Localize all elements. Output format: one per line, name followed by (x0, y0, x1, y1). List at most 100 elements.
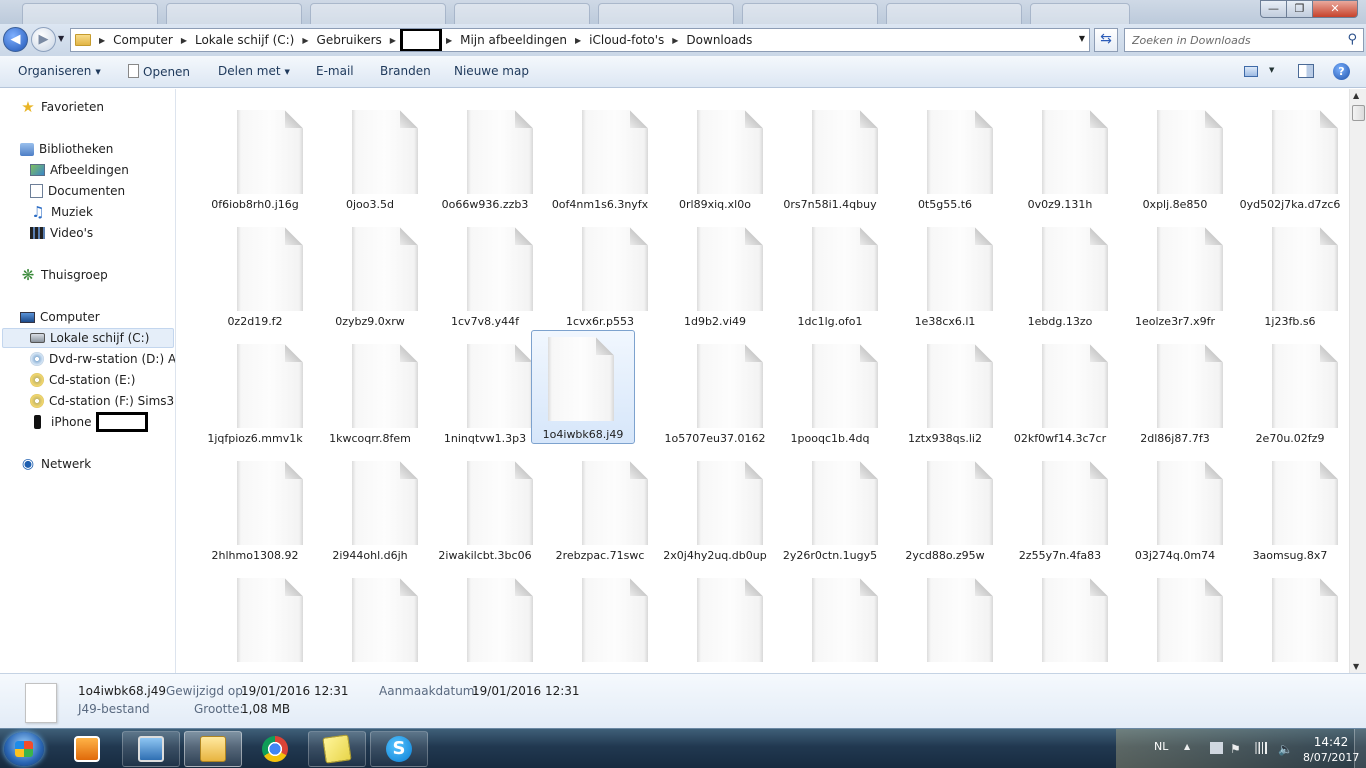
breadcrumb-item[interactable]: Lokale schijf (C:) ▶ (189, 33, 311, 47)
recent-pages-dropdown-icon[interactable]: ▼ (58, 34, 64, 43)
file-item[interactable]: 2hlhmo1308.92 (203, 448, 307, 562)
action-center-flag-icon[interactable]: ⚑ (1230, 742, 1243, 756)
breadcrumb-item[interactable]: Computer ▶ (107, 33, 189, 47)
signal-strength-icon[interactable] (1254, 742, 1267, 754)
breadcrumb-arrow-icon[interactable]: ▶ (573, 36, 583, 45)
scroll-thumb[interactable] (1352, 105, 1365, 121)
burn-button[interactable]: Branden (380, 64, 431, 78)
language-indicator[interactable]: NL (1154, 740, 1168, 753)
breadcrumb-item[interactable]: iCloud-foto's ▶ (583, 33, 680, 47)
sidebar-item-drive-c[interactable]: Lokale schijf (C:) (2, 328, 174, 348)
help-icon[interactable]: ? (1333, 63, 1350, 80)
sidebar-item-drive-d[interactable]: Dvd-rw-station (D:) Aud (30, 349, 175, 369)
back-button[interactable]: ◀ (3, 27, 28, 52)
file-item[interactable]: 1kwcoqrr.8fem (318, 331, 422, 445)
taskbar-windows-explorer[interactable] (184, 731, 242, 767)
breadcrumb-item[interactable]: Downloads (680, 33, 758, 47)
file-item[interactable]: 2rebzpac.71swc (548, 448, 652, 562)
breadcrumb-root-arrow[interactable]: ▶ (97, 36, 107, 45)
file-item[interactable]: 1e38cx6.l1 (893, 214, 997, 328)
sidebar-item-network[interactable]: ◉ Netwerk (20, 454, 91, 474)
volume-icon[interactable]: 🔈 (1278, 742, 1293, 756)
change-view-icon[interactable] (1244, 66, 1258, 77)
file-item[interactable]: 1jqfpioz6.mmv1k (203, 331, 307, 445)
sidebar-item-drive-e[interactable]: Cd-station (E:) (30, 370, 135, 390)
sidebar-item-favorites[interactable]: ★ Favorieten (20, 97, 104, 117)
file-item[interactable] (778, 565, 882, 673)
file-item[interactable]: 2y26r0ctn.1ugy5 (778, 448, 882, 562)
address-dropdown-icon[interactable]: ▼ (1079, 34, 1085, 43)
file-item[interactable] (663, 565, 767, 673)
sidebar-item-documents[interactable]: Documenten (30, 181, 125, 201)
search-icon[interactable]: ⚲ (1347, 32, 1357, 47)
file-item[interactable] (1008, 565, 1112, 673)
file-item[interactable]: 2i944ohl.d6jh (318, 448, 422, 562)
sidebar-item-libraries[interactable]: Bibliotheken (20, 139, 113, 159)
taskbar-media-player[interactable] (58, 731, 116, 767)
file-item[interactable]: 1ztx938qs.li2 (893, 331, 997, 445)
sidebar-item-iphone[interactable]: iPhone (30, 412, 148, 432)
clock-date[interactable]: 8/07/2017 (1303, 751, 1359, 764)
file-item[interactable]: 0z2d19.f2 (203, 214, 307, 328)
sidebar-item-pictures[interactable]: Afbeeldingen (30, 160, 129, 180)
sidebar-item-music[interactable]: ♫ Muziek (30, 202, 93, 222)
file-item[interactable]: 2dl86j87.7f3 (1123, 331, 1227, 445)
taskbar-chrome[interactable] (246, 731, 304, 767)
email-button[interactable]: E-mail (316, 64, 354, 78)
file-item[interactable]: 0of4nm1s6.3nyfx (548, 97, 652, 211)
organize-button[interactable]: Organiseren ▼ (18, 64, 101, 78)
view-dropdown-icon[interactable]: ▼ (1269, 66, 1274, 74)
file-item[interactable]: 3aomsug.8x7 (1238, 448, 1342, 562)
file-item[interactable]: 0zybz9.0xrw (318, 214, 422, 328)
file-item[interactable]: 0rs7n58i1.4qbuy (778, 97, 882, 211)
file-item[interactable]: 1j23fb.s6 (1238, 214, 1342, 328)
file-item[interactable]: 2ycd88o.z95w (893, 448, 997, 562)
file-item[interactable]: 0yd502j7ka.d7zc6 (1238, 97, 1342, 211)
file-item[interactable]: 2x0j4hy2uq.db0up (663, 448, 767, 562)
breadcrumb-arrow-icon[interactable]: ▶ (179, 36, 189, 45)
show-hidden-icons-icon[interactable]: ▲ (1184, 742, 1197, 754)
file-item[interactable]: 0xplj.8e850 (1123, 97, 1227, 211)
file-item[interactable]: 03j274q.0m74 (1123, 448, 1227, 562)
sidebar-item-homegroup[interactable]: ❋ Thuisgroep (20, 265, 108, 285)
file-item[interactable]: 1d9b2.vi49 (663, 214, 767, 328)
show-desktop-button[interactable] (1354, 729, 1366, 768)
file-item[interactable]: 1cv7v8.y44f (433, 214, 537, 328)
file-item[interactable] (203, 565, 307, 673)
file-item[interactable]: 02kf0wf14.3c7cr (1008, 331, 1112, 445)
close-button[interactable]: ✕ (1312, 0, 1358, 18)
breadcrumb-arrow-icon[interactable]: ▶ (300, 36, 310, 45)
search-input[interactable] (1132, 33, 1342, 47)
open-button[interactable]: Openen (128, 64, 190, 79)
preview-pane-icon[interactable] (1298, 64, 1314, 78)
taskbar-skype[interactable]: S (370, 731, 428, 767)
file-item[interactable] (893, 565, 997, 673)
file-item[interactable]: 2z55y7n.4fa83 (1008, 448, 1112, 562)
breadcrumb-redacted-user[interactable]: ▶ (398, 29, 454, 51)
file-item[interactable]: 1cvx6r.p553 (548, 214, 652, 328)
new-folder-button[interactable]: Nieuwe map (454, 64, 529, 78)
breadcrumb-arrow-icon[interactable]: ▶ (388, 36, 398, 45)
file-item[interactable]: 0rl89xiq.xl0o (663, 97, 767, 211)
scroll-up-icon[interactable]: ▲ (1353, 91, 1359, 100)
file-item[interactable]: 1ninqtvw1.3p3 (433, 331, 537, 445)
sidebar-item-videos[interactable]: Video's (30, 223, 93, 243)
maximize-button[interactable]: ❐ (1286, 0, 1313, 18)
forward-button[interactable]: ▶ (31, 27, 56, 52)
file-item[interactable] (548, 565, 652, 673)
clock-time[interactable]: 14:42 (1309, 735, 1353, 749)
file-item[interactable] (318, 565, 422, 673)
sidebar-item-drive-f[interactable]: Cd-station (F:) Sims3 (30, 391, 174, 411)
breadcrumb-arrow-icon[interactable]: ▶ (444, 36, 454, 45)
file-item[interactable]: 0v0z9.131h (1008, 97, 1112, 211)
file-item[interactable]: 2e70u.02fz9 (1238, 331, 1342, 445)
file-item[interactable] (1123, 565, 1227, 673)
file-item[interactable]: 0f6iob8rh0.j16g (203, 97, 307, 211)
breadcrumb-item[interactable]: Mijn afbeeldingen ▶ (454, 33, 583, 47)
file-item[interactable]: 0joo3.5d (318, 97, 422, 211)
file-item[interactable]: 2iwakilcbt.3bc06 (433, 448, 537, 562)
file-item[interactable] (433, 565, 537, 673)
file-item[interactable]: 1eolze3r7.x9fr (1123, 214, 1227, 328)
file-item[interactable]: 1o5707eu37.0162 (663, 331, 767, 445)
file-item[interactable] (1238, 565, 1342, 673)
